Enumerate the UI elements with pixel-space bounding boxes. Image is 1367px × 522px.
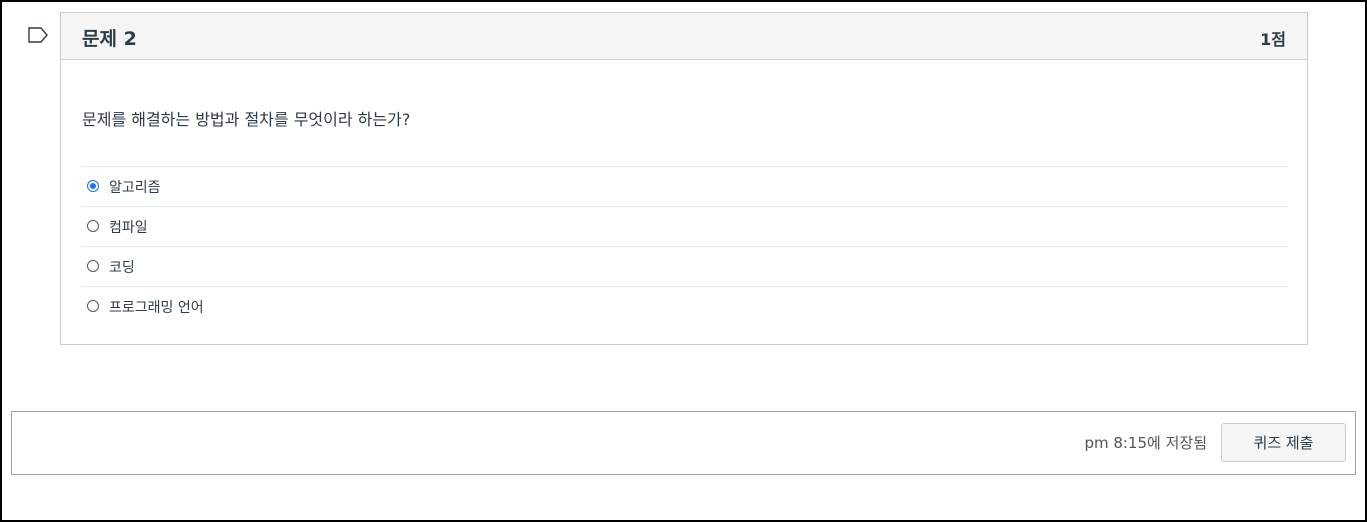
radio-button[interactable] [87, 300, 99, 312]
answer-list: 알고리즘 컴파일 코딩 프로그래밍 언어 [82, 166, 1287, 326]
answer-label: 프로그래밍 언어 [109, 300, 204, 316]
flag-outline-icon[interactable] [26, 26, 52, 44]
radio-button-selected[interactable] [87, 180, 99, 192]
radio-button[interactable] [87, 220, 99, 232]
answer-option[interactable]: 프로그래밍 언어 [82, 286, 1287, 326]
question-points: 1점 [1260, 30, 1286, 49]
question-text: 문제를 해결하는 방법과 절차를 무엇이라 하는가? [82, 110, 411, 129]
answer-option[interactable]: 알고리즘 [82, 166, 1287, 206]
quiz-footer: pm 8:15에 저장됨 퀴즈 제출 [11, 411, 1356, 475]
radio-button[interactable] [87, 260, 99, 272]
saved-status: pm 8:15에 저장됨 [1084, 434, 1207, 452]
question-card: 문제 2 1점 문제를 해결하는 방법과 절차를 무엇이라 하는가? 알고리즘 … [60, 12, 1308, 345]
answer-label: 코딩 [109, 260, 135, 276]
question-header: 문제 2 1점 [61, 13, 1307, 60]
answer-option[interactable]: 컴파일 [82, 206, 1287, 246]
submit-quiz-button[interactable]: 퀴즈 제출 [1221, 423, 1346, 462]
answer-option[interactable]: 코딩 [82, 246, 1287, 286]
answer-label: 알고리즘 [109, 180, 161, 196]
question-title: 문제 2 [82, 28, 137, 50]
answer-label: 컴파일 [109, 220, 148, 236]
